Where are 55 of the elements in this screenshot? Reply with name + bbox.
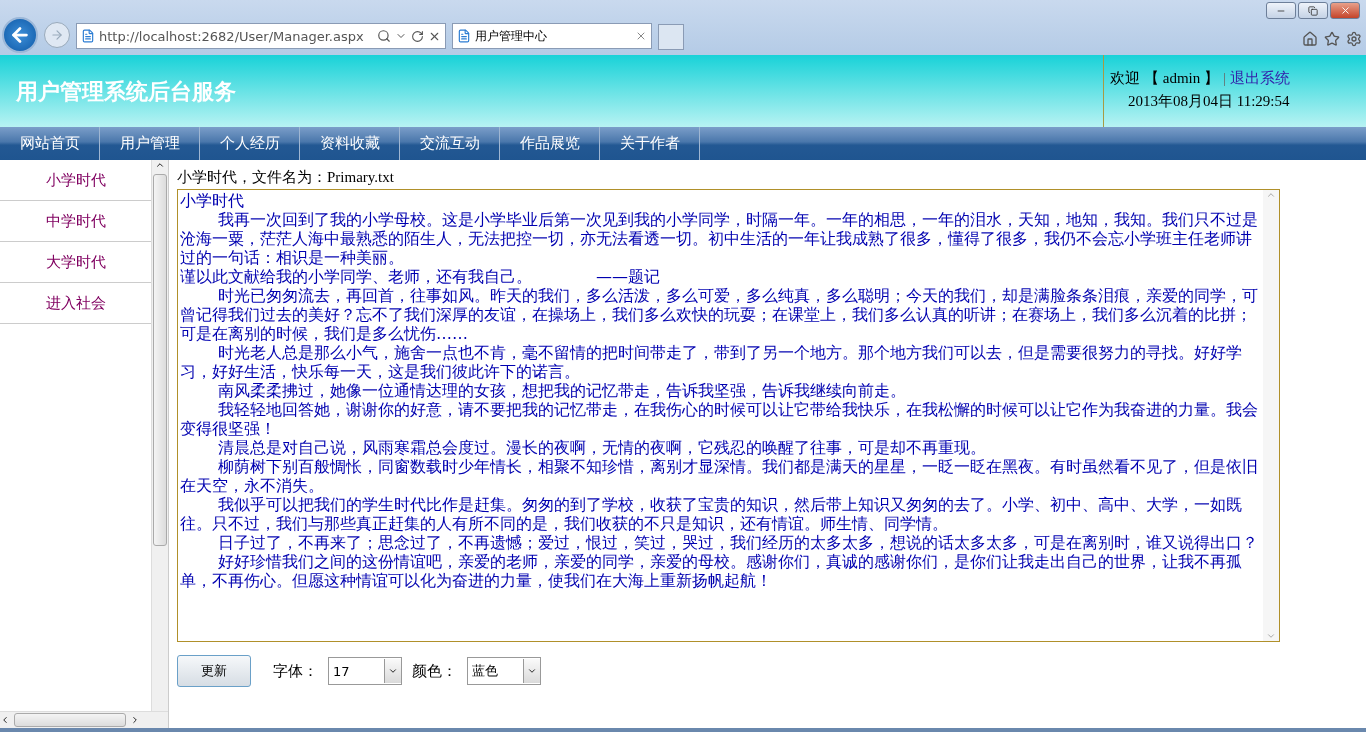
- text-area[interactable]: [177, 189, 1280, 642]
- page-icon: [81, 29, 95, 43]
- nav-item[interactable]: 作品展览: [500, 127, 600, 160]
- nav-item[interactable]: 网站首页: [0, 127, 100, 160]
- username-text: 【 admin 】: [1144, 69, 1219, 88]
- paragraph: 清晨总是对自己说，风雨寒霜总会度过。漫长的夜啊，无情的夜啊，它残忍的唤醒了往事，可是却不再重现。: [217, 438, 988, 457]
- minimize-button[interactable]: [1266, 2, 1296, 19]
- paragraph: 柳荫树下别百般惆怅，同窗数载时少年情长，相聚不知珍惜，离别才显深情。我们都是满天的星星，一眨一眨在黑夜。有时虽然看不见了，但是依旧在天空，永不消失。: [180, 457, 1260, 495]
- close-button[interactable]: [1330, 2, 1360, 19]
- scroll-up-icon[interactable]: [155, 160, 166, 170]
- font-label: 字体：: [273, 661, 318, 681]
- paragraph: 小学时代: [180, 191, 245, 210]
- paragraph: 我再一次回到了我的小学母校。这是小学毕业后第一次见到我的小学同学，时隔一年。一年的相思，一年的泪水，天知，地知，我知。我们只不过是沧海一粟，茫茫人海中最熟悉的陌生人，无法把控一切，亦无法看透一切。初中生活的一年让我成熟了很多，懂得了很多，我仍不会忘小学班主任老师讲过的一句话：相识是一种美丽。: [180, 210, 1260, 267]
- datetime-text: 2013年08月04日 11:29:54: [1127, 92, 1291, 111]
- refresh-icon[interactable]: [411, 29, 424, 43]
- caret-icon: [388, 666, 398, 676]
- file-label: 小学时代，文件名为：Primary.txt: [177, 168, 395, 187]
- horizontal-scrollbar[interactable]: [0, 711, 168, 728]
- close-tab-icon[interactable]: [635, 30, 647, 42]
- browser-tab[interactable]: 用户管理中心: [452, 23, 652, 49]
- settings-icon[interactable]: [1346, 31, 1362, 47]
- back-button[interactable]: [2, 17, 38, 53]
- address-bar[interactable]: http://localhost:2682/User/Manager.aspx: [76, 23, 446, 49]
- close-icon: [1339, 5, 1351, 16]
- paragraph: 好好珍惜我们之间的这份情谊吧，亲爱的老师，亲爱的同学，亲爱的母校。感谢你们，真诚的感谢你们，是你们让我走出自己的世界，让我不再孤单，不再伤心。但愿这种情谊可以化为奋进的力量，使我们在大海上重新扬帆起航！: [180, 552, 1244, 590]
- separator-text: |: [1223, 70, 1226, 87]
- nav-item[interactable]: 关于作者: [600, 127, 700, 160]
- home-icon[interactable]: [1302, 31, 1318, 47]
- page-icon: [457, 29, 471, 43]
- search-icon[interactable]: [377, 29, 391, 43]
- favorites-icon[interactable]: [1324, 31, 1340, 47]
- paragraph: 时光老人总是那么小气，施舍一点也不肯，毫不留情的把时间带走了，带到了另一个地方。那个地方我们可以去，但是需要很努力的寻找。好好学习，好好生活，快乐每一天，这是我们彼此许下的诺言。: [180, 343, 1244, 381]
- nav-item[interactable]: 资料收藏: [300, 127, 400, 160]
- color-label: 颜色：: [412, 661, 457, 681]
- nav-item[interactable]: 个人经历: [200, 127, 300, 160]
- paragraph: 我似乎可以把我们的学生时代比作是赶集。匆匆的到了学校，收获了宝贵的知识，然后带上知识又匆匆的去了。小学、初中、高中、大学，一如既往。只不过，我们与那些真正赶集的人有所不同的是，我们收获的不只是知识，还有情谊。师生情、同学情。: [180, 495, 1244, 533]
- scroll-right-icon[interactable]: [130, 715, 140, 725]
- restore-button[interactable]: [1298, 2, 1328, 19]
- welcome-text: 欢迎: [1110, 69, 1140, 88]
- paragraph: 时光已匆匆流去，再回首，往事如风。昨天的我们，多么活泼，多么可爱，多么纯真，多么聪明；今天的我们，却是满脸条条泪痕，亲爱的同学，可曾记得我们过去的美好？忘不了我们深厚的友谊，在操场上，我们多么欢快的玩耍；在课堂上，我们多么认真的听讲；在赛场上，我们多么沉着的比拼；可是在离别的时候，我们是多么忧伤……: [180, 286, 1260, 343]
- paragraph: 谨以此文献给我的小学同学、老师，还有我自己。 ——题记: [180, 267, 661, 286]
- font-size-select[interactable]: 17: [328, 657, 402, 685]
- restore-icon: [1308, 5, 1318, 16]
- scroll-left-icon[interactable]: [0, 715, 10, 725]
- color-select[interactable]: 蓝色: [467, 657, 541, 685]
- site-title: 用户管理系统后台服务: [15, 78, 237, 106]
- nav-item[interactable]: 交流互动: [400, 127, 500, 160]
- logout-link[interactable]: 退出系统: [1230, 69, 1290, 88]
- update-button[interactable]: 更新: [177, 655, 251, 687]
- paragraph: 我轻轻地回答她，谢谢你的好意，请不要把我的记忆带走，在我伤心的时候可以让它带给我快乐，在我松懈的时候可以让它作为我奋进的力量。我会变得很坚强！: [180, 400, 1260, 438]
- forward-arrow-icon: [50, 28, 64, 42]
- paragraph: 南风柔柔拂过，她像一位通情达理的女孩，想把我的记忆带走，告诉我坚强，告诉我继续向前走。: [217, 381, 908, 400]
- vertical-scrollbar[interactable]: [151, 160, 168, 711]
- paragraph: 日子过了，不再来了；思念过了，不再遗憾；爱过，恨过，笑过，哭过，我们经历的太多太多，想说的话太多太多，可是在离别时，谁又说得出口？: [217, 533, 1260, 552]
- caret-icon: [527, 666, 537, 676]
